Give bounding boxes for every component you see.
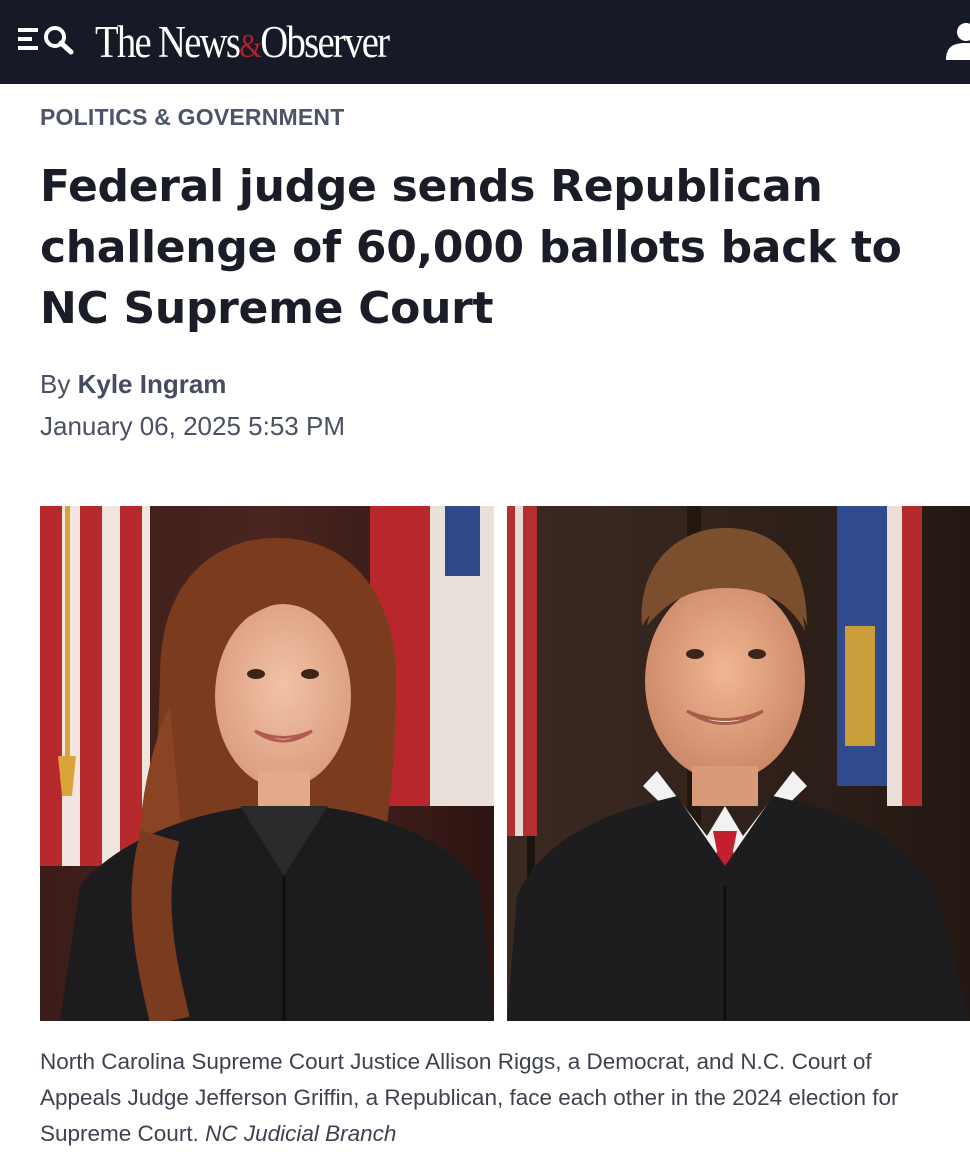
menu-search-icon [18,26,74,55]
photo-credit: NC Judicial Branch [205,1121,397,1146]
user-icon [946,23,970,60]
publish-date: January 06, 2025 5:53 PM [40,411,345,441]
article-headline: Federal judge sends Republican challenge… [40,161,902,334]
site-logo[interactable]: The News&Observer [95,14,390,70]
byline: By Kyle Ingram [40,369,226,400]
caption-text: North Carolina Supreme Court Justice All… [40,1049,899,1146]
account-button[interactable] [944,22,970,60]
menu-search-button[interactable] [18,22,78,56]
logo-text-part: The News [95,17,241,67]
photo-left-justice [40,506,494,1021]
site-header: The News&Observer [0,0,970,84]
logo-text-part: Observer [260,17,390,67]
photo-right-judge [507,506,970,1021]
byline-prefix: By [40,369,71,399]
author-link[interactable]: Kyle Ingram [78,369,227,399]
logo-ampersand: & [239,28,262,65]
section-link[interactable]: POLITICS & GOVERNMENT [40,104,345,131]
photo-caption: North Carolina Supreme Court Justice All… [40,1044,950,1152]
